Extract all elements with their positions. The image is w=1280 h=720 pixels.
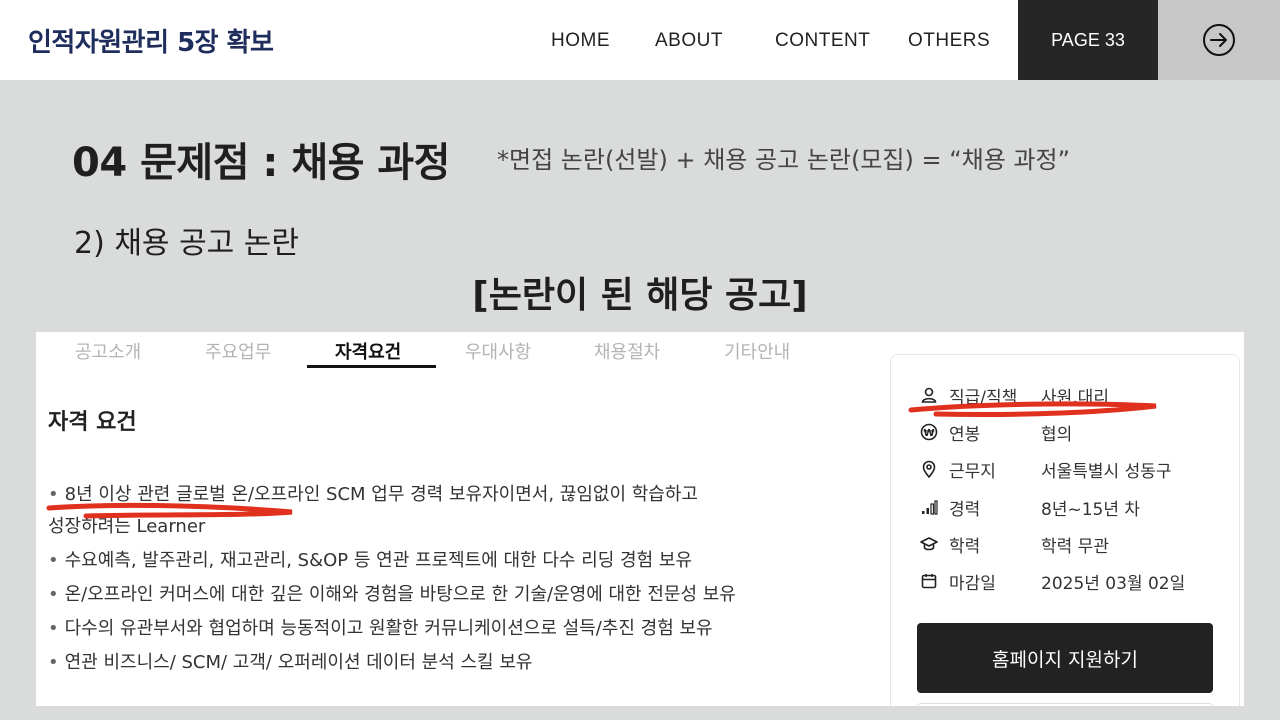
nav-others-link[interactable]: OTHERS: [908, 30, 990, 52]
calendar-icon: [919, 571, 939, 591]
slide-heading: 04 문제점 : 채용 과정: [72, 140, 450, 186]
nav-about-link[interactable]: ABOUT: [655, 30, 723, 52]
image-caption: [논란이 된 해당 공고]: [472, 275, 808, 316]
info-value: 학력 무관: [1041, 536, 1109, 557]
nav-home-link[interactable]: HOME: [551, 30, 610, 52]
requirement-item: • 8년 이상 관련 글로벌 온/오프라인 SCM 업무 경력 보유자이면서, 끊…: [48, 484, 698, 505]
info-row-position: 직급/직책 사원,대리: [919, 383, 1109, 408]
requirement-item: • 다수의 유관부서와 협업하며 능동적이고 원활한 커뮤니케이션으로 설득/추진…: [48, 618, 713, 639]
active-tab-indicator: [307, 365, 436, 368]
info-row-salary: ₩ 연봉 협의: [919, 420, 1073, 445]
next-page-button[interactable]: [1158, 0, 1280, 80]
info-row-experience: 경력 8년~15년 차: [919, 495, 1141, 520]
apply-homepage-button[interactable]: 홈페이지 지원하기: [917, 623, 1213, 693]
info-row-deadline: 마감일 2025년 03월 02일: [919, 569, 1186, 594]
info-row-education: 학력 학력 무관: [919, 532, 1109, 557]
site-title[interactable]: 인적자원관리 5장 확보: [28, 22, 274, 59]
bar-chart-icon: [919, 497, 939, 517]
location-pin-icon: [919, 459, 939, 479]
page-number-button[interactable]: PAGE 33: [1018, 0, 1158, 80]
requirement-item-continuation: 성장하려는 Learner: [48, 516, 206, 537]
info-row-location: 근무지 서울특별시 성동구: [919, 457, 1172, 482]
tab-main-duties[interactable]: 주요업무: [205, 338, 271, 364]
tab-qualifications[interactable]: 자격요건: [335, 338, 401, 364]
info-value: 협의: [1041, 424, 1073, 445]
nav-content-link[interactable]: CONTENT: [775, 30, 870, 52]
secondary-button[interactable]: [917, 703, 1213, 706]
tab-preferences[interactable]: 우대사항: [465, 338, 531, 364]
qualifications-title: 자격 요건: [48, 410, 137, 435]
requirement-item: • 수요예측, 발주관리, 재고관리, S&OP 등 연관 프로젝트에 대한 다수…: [48, 550, 693, 571]
requirement-item: • 온/오프라인 커머스에 대한 깊은 이해와 경험을 바탕으로 한 기술/운영에…: [48, 584, 736, 605]
job-summary-card: 직급/직책 사원,대리 ₩ 연봉 협의 근무지 서울특별시 성동구 경력 8년~…: [890, 354, 1240, 706]
info-value: 서울특별시 성동구: [1041, 461, 1172, 482]
info-value: 사원,대리: [1041, 387, 1109, 408]
graduation-cap-icon: [919, 534, 939, 554]
won-icon: ₩: [919, 422, 939, 442]
tab-hiring-process[interactable]: 채용절차: [594, 338, 660, 364]
person-icon: [919, 385, 939, 405]
slide-subheading: 2) 채용 공고 논란: [74, 226, 299, 261]
slide-heading-note: *면접 논란(선발) + 채용 공고 논란(모집) = “채용 과정”: [497, 146, 1071, 174]
arrow-right-circle-icon: [1203, 24, 1235, 56]
tab-other-info[interactable]: 기타안내: [724, 338, 790, 364]
job-posting-screenshot: 공고소개 주요업무 자격요건 우대사항 채용절차 기타안내 자격 요건 • 8년 …: [36, 332, 1244, 706]
info-value: 8년~15년 차: [1041, 499, 1141, 520]
requirement-item: • 연관 비즈니스/ SCM/ 고객/ 오퍼레이션 데이터 분석 스킬 보유: [48, 652, 533, 673]
svg-text:₩: ₩: [923, 428, 934, 439]
info-value: 2025년 03월 02일: [1041, 573, 1186, 594]
tab-intro[interactable]: 공고소개: [75, 338, 141, 364]
top-navigation-bar: 인적자원관리 5장 확보 HOME ABOUT CONTENT OTHERS P…: [0, 0, 1280, 80]
